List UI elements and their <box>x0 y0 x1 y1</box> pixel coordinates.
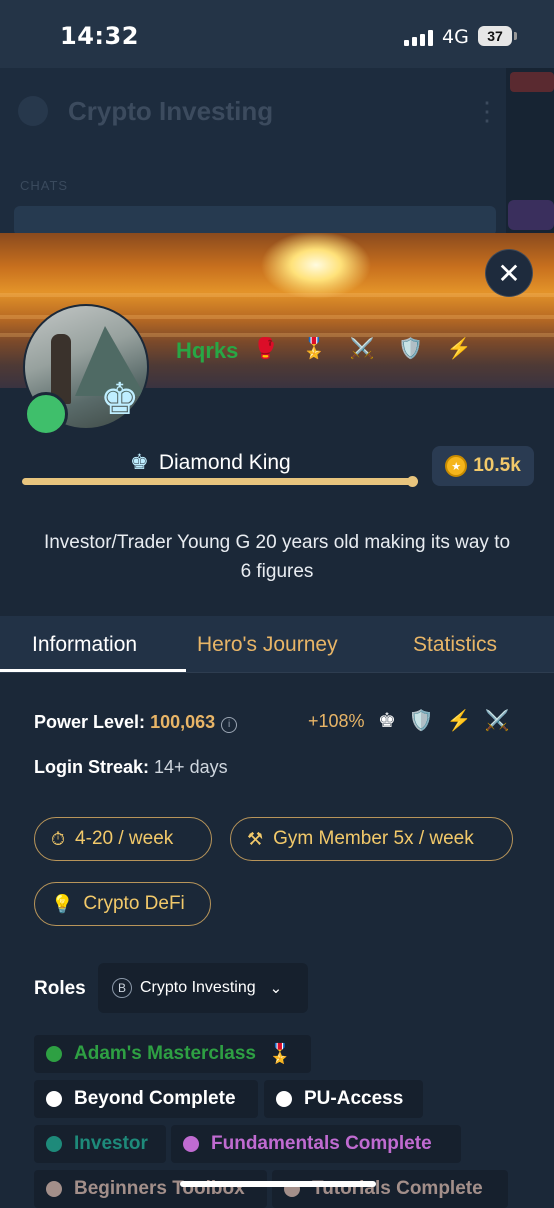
role-badge: Beginners Toolbox <box>34 1170 267 1208</box>
role-badge: Tutorials Complete <box>272 1170 508 1208</box>
roles-dropdown[interactable]: B Crypto Investing ⌄ <box>98 963 308 1013</box>
king-crown-icon: ♚ <box>100 375 140 424</box>
home-indicator[interactable] <box>180 1181 376 1187</box>
close-icon: ✕ <box>497 257 521 289</box>
stopwatch-icon: ⏱ <box>51 828 66 849</box>
rank-progress-fill <box>22 476 419 487</box>
info-icon[interactable]: i <box>221 717 238 733</box>
role-badge: PU-Access <box>264 1080 423 1118</box>
user-badges: 🥊 🎖️ ⚔️ 🛡️ ⚡ <box>253 338 481 360</box>
role-badge: Investor <box>34 1125 166 1163</box>
role-badge: Adam's Masterclass 🎖️ <box>34 1035 311 1073</box>
status-bar: 14:32 4G 37 <box>0 0 554 68</box>
background-side-panel <box>506 68 554 233</box>
profile-tabs: Information Hero's Journey Statistics <box>0 616 554 672</box>
roles-label: Roles <box>34 978 86 999</box>
lightbulb-icon: 💡 <box>51 893 74 914</box>
kebab-menu-icon: ⋮ <box>474 96 500 126</box>
status-time: 14:32 <box>60 22 139 50</box>
chevron-down-icon: ⌄ <box>269 980 283 997</box>
coins-badge[interactable]: ★ 10.5k <box>432 446 534 486</box>
online-status-dot <box>24 392 68 436</box>
menu-icon <box>18 96 48 126</box>
dumbbell-icon: ⚒ <box>247 828 264 849</box>
power-badges: ♚🛡️⚡⚔️ <box>378 710 523 732</box>
signal-icon <box>404 30 434 46</box>
interest-chip[interactable]: ⚒ Gym Member 5x / week <box>230 817 513 861</box>
power-level: Power Level: 100,063 i <box>34 712 238 733</box>
background-title: Crypto Investing <box>68 96 274 126</box>
role-badge: Beyond Complete <box>34 1080 258 1118</box>
tab-statistics[interactable]: Statistics <box>413 633 497 657</box>
coin-icon: ★ <box>445 455 468 477</box>
battery-icon: 37 <box>478 26 517 46</box>
interest-chip[interactable]: ⏱ 4-20 / week <box>34 817 212 861</box>
login-streak: Login Streak: 14+ days <box>34 757 228 777</box>
background-subtitle: CHATS <box>20 178 69 193</box>
background-app: Crypto Investing ⋮ CHATS <box>0 68 554 233</box>
network-type: 4G <box>442 26 469 48</box>
username: Hqrks <box>176 338 239 363</box>
background-row <box>14 206 496 233</box>
king-icon: ♚ <box>130 451 149 474</box>
interest-chip[interactable]: 💡 Crypto DeFi <box>34 882 211 926</box>
power-percent: +108% <box>308 711 365 731</box>
tab-heros-journey[interactable]: Hero's Journey <box>197 633 338 657</box>
rank-label: ♚ Diamond King <box>130 451 291 474</box>
bitcoin-icon: B <box>112 978 132 998</box>
user-bio: Investor/Trader Young G 20 years old mak… <box>43 532 511 582</box>
close-button[interactable]: ✕ <box>485 249 533 297</box>
rank-progress-bar <box>22 476 419 487</box>
role-badge: Fundamentals Complete <box>171 1125 461 1163</box>
tab-information[interactable]: Information <box>32 633 137 657</box>
